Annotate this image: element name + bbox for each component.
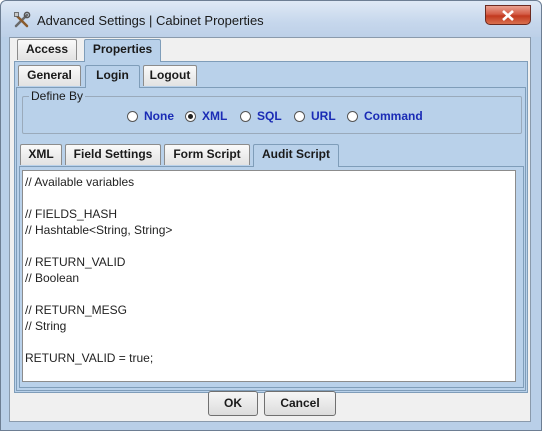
radio-none[interactable]: None bbox=[127, 109, 174, 123]
tab-logout[interactable]: Logout bbox=[143, 65, 197, 86]
dialog-window: Advanced Settings | Cabinet Properties A… bbox=[0, 0, 542, 431]
tab-audit-script[interactable]: Audit Script bbox=[253, 144, 339, 167]
close-icon bbox=[502, 10, 514, 21]
code-line: // FIELDS_HASH bbox=[25, 207, 118, 221]
radio-command-indicator[interactable] bbox=[347, 110, 358, 122]
code-line: // RETURN_VALID bbox=[25, 255, 126, 269]
window-title: Advanced Settings | Cabinet Properties bbox=[37, 13, 264, 28]
cancel-button[interactable]: Cancel bbox=[264, 391, 336, 416]
tab-access[interactable]: Access bbox=[17, 39, 77, 60]
close-button[interactable] bbox=[485, 5, 531, 25]
radio-url-indicator[interactable] bbox=[294, 110, 305, 122]
tab-form-script[interactable]: Form Script bbox=[164, 144, 250, 165]
radio-xml[interactable]: XML bbox=[185, 109, 227, 123]
radio-xml-indicator[interactable] bbox=[185, 110, 196, 122]
code-line: // String bbox=[25, 319, 67, 333]
tools-icon bbox=[14, 11, 31, 28]
script-editor[interactable]: // Available variables // FIELDS_HASH //… bbox=[22, 170, 516, 382]
properties-panel: General Login Logout Define By None XML bbox=[14, 61, 528, 393]
radio-command[interactable]: Command bbox=[347, 109, 423, 123]
tab-field-settings[interactable]: Field Settings bbox=[65, 144, 161, 165]
login-panel: Define By None XML SQL URL Command XML F… bbox=[16, 87, 526, 391]
tab-xml[interactable]: XML bbox=[20, 144, 62, 165]
code-line: // Boolean bbox=[25, 271, 80, 285]
code-line: RETURN_VALID = true; bbox=[25, 351, 154, 365]
radio-sql[interactable]: SQL bbox=[240, 109, 282, 123]
radio-xml-label: XML bbox=[202, 109, 228, 123]
title-bar[interactable]: Advanced Settings | Cabinet Properties bbox=[1, 1, 541, 37]
tab-properties[interactable]: Properties bbox=[84, 39, 161, 62]
tab-login[interactable]: Login bbox=[85, 65, 140, 88]
ok-button[interactable]: OK bbox=[208, 391, 258, 416]
code-line: // RETURN_MESG bbox=[25, 303, 128, 317]
dialog-content: Access Properties General Login Logout D… bbox=[9, 37, 531, 422]
radio-command-label: Command bbox=[364, 109, 423, 123]
radio-sql-indicator[interactable] bbox=[240, 110, 251, 122]
radio-url-label: URL bbox=[311, 109, 336, 123]
radio-none-label: None bbox=[144, 109, 174, 123]
radio-none-indicator[interactable] bbox=[127, 110, 138, 122]
radio-sql-label: SQL bbox=[257, 109, 282, 123]
code-line: // Hashtable<String, String> bbox=[25, 223, 173, 237]
code-line: // Available variables bbox=[25, 175, 135, 189]
audit-script-panel: // Available variables // FIELDS_HASH //… bbox=[19, 166, 524, 388]
define-by-title: Define By bbox=[29, 89, 86, 103]
define-by-group: Define By None XML SQL URL Command bbox=[22, 89, 522, 134]
radio-url[interactable]: URL bbox=[294, 109, 336, 123]
tab-general[interactable]: General bbox=[18, 65, 81, 86]
